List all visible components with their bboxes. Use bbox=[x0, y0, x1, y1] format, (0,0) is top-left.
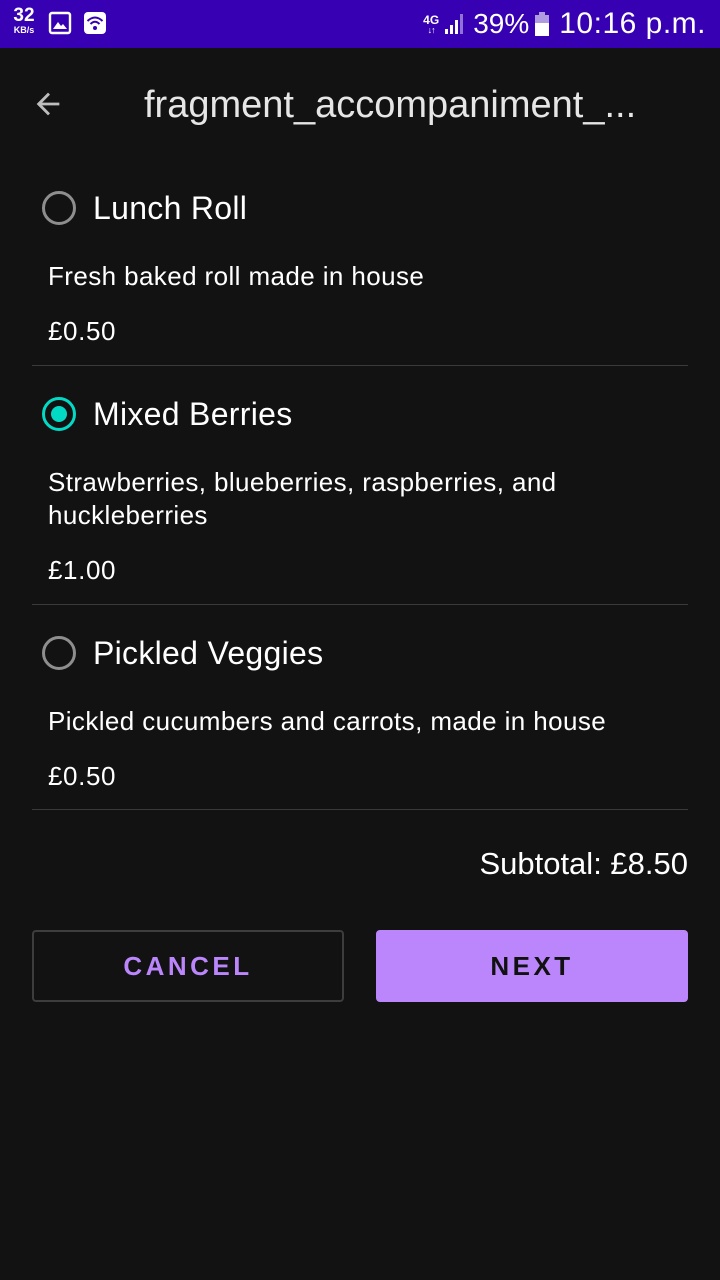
option-radio-row[interactable]: Pickled Veggies bbox=[42, 631, 323, 675]
next-button[interactable]: NEXT bbox=[376, 930, 688, 1002]
option-item-pickled-veggies: Pickled Veggies Pickled cucumbers and ca… bbox=[32, 631, 688, 810]
option-price: £0.50 bbox=[48, 761, 117, 791]
option-price: £1.00 bbox=[48, 555, 117, 585]
screen: 32 KB/s 4G ↓↑ 39% 10:16 p.m. fragment_ac… bbox=[0, 0, 720, 1280]
clock: 10:16 p.m. bbox=[559, 7, 706, 40]
radio-unchecked-icon[interactable] bbox=[42, 636, 76, 670]
battery-percent: 39% bbox=[473, 8, 530, 39]
option-item-lunch-roll: Lunch Roll Fresh baked roll made in hous… bbox=[32, 186, 688, 366]
option-name: Mixed Berries bbox=[93, 395, 293, 432]
network-arrows: ↓↑ bbox=[427, 24, 436, 35]
network-speed-unit: KB/s bbox=[13, 25, 35, 35]
battery-icon bbox=[535, 12, 550, 36]
cancel-button[interactable]: CANCEL bbox=[32, 930, 344, 1002]
gallery-icon bbox=[48, 11, 72, 35]
wifi-icon bbox=[84, 12, 106, 34]
network-speed-value: 32 bbox=[13, 5, 35, 26]
network-type: 4G ↓↑ bbox=[423, 14, 439, 35]
option-item-mixed-berries: Mixed Berries Strawberries, blueberries,… bbox=[32, 392, 688, 605]
back-button[interactable] bbox=[24, 80, 72, 128]
status-right: 4G ↓↑ 39% 10:16 p.m. bbox=[423, 6, 706, 42]
radio-unchecked-icon[interactable] bbox=[42, 191, 76, 225]
option-name: Lunch Roll bbox=[93, 189, 248, 226]
radio-checked-icon[interactable] bbox=[42, 397, 76, 431]
option-description: Pickled cucumbers and carrots, made in h… bbox=[48, 706, 607, 736]
network-speed: 32 KB/s bbox=[8, 6, 40, 35]
option-price: £0.50 bbox=[48, 316, 117, 346]
option-description: Fresh baked roll made in house bbox=[48, 261, 425, 291]
option-radio-row[interactable]: Mixed Berries bbox=[42, 392, 293, 436]
option-description: Strawberries, blueberries, raspberries, … bbox=[48, 467, 557, 530]
signal-icon bbox=[445, 14, 464, 34]
option-radio-row[interactable]: Lunch Roll bbox=[42, 186, 247, 230]
app-bar: fragment_accompaniment_... bbox=[0, 48, 720, 160]
status-bar: 32 KB/s 4G ↓↑ 39% 10:16 p.m. bbox=[0, 0, 720, 48]
page-title: fragment_accompaniment_... bbox=[144, 84, 637, 126]
option-name: Pickled Veggies bbox=[93, 634, 324, 671]
subtotal: Subtotal: £8.50 bbox=[479, 846, 688, 881]
arrow-left-icon bbox=[36, 92, 60, 116]
